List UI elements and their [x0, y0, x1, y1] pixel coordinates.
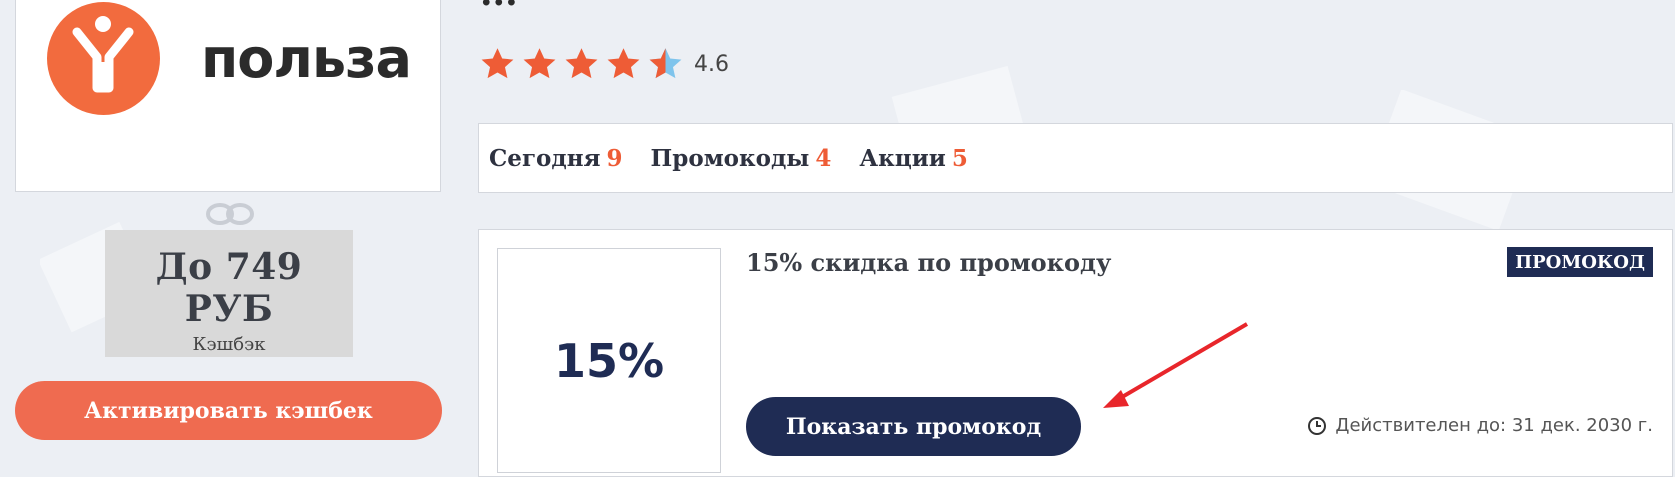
store-title: ...: [480, 0, 518, 14]
tab-promocodes[interactable]: Промокоды 4: [651, 145, 832, 172]
tab-label: Промокоды: [650, 144, 810, 172]
offer-tabs: Сегодня 9 Промокоды 4 Акции 5: [478, 123, 1673, 193]
tab-count: 5: [951, 144, 968, 172]
cashback-box: До 749 РУБ Кэшбэк: [105, 230, 353, 357]
tab-label: Акции: [859, 144, 946, 172]
store-logo-card[interactable]: польза: [15, 0, 441, 192]
clock-icon: [1308, 416, 1327, 435]
tab-count: 9: [606, 144, 623, 172]
cashback-label: Кэшбэк: [192, 334, 266, 355]
star-icon: [523, 47, 556, 78]
offer-card: 15% 15% скидка по промокоду ПРОМОКОД Пок…: [478, 229, 1673, 477]
tab-promotions[interactable]: Акции 5: [859, 145, 967, 172]
tab-label: Сегодня: [489, 144, 601, 172]
tab-count: 4: [815, 144, 832, 172]
bow-decoration-icon: [206, 203, 254, 225]
rating: 4.6: [478, 44, 729, 84]
star-icon: [565, 47, 598, 78]
activate-cashback-button[interactable]: Активировать кэшбек: [15, 381, 442, 440]
red-arrow-annotation: [1103, 322, 1249, 408]
rating-value: 4.6: [694, 51, 729, 77]
star-half-icon: [649, 47, 682, 78]
offer-thumbnail[interactable]: 15%: [497, 248, 721, 473]
logo-text: польза: [201, 27, 412, 90]
star-icon: [607, 47, 640, 78]
validity-text: Действителен до: 31 дек. 2030 г.: [1335, 415, 1653, 436]
cashback-amount: До 749 РУБ: [155, 246, 303, 330]
offer-validity: Действителен до: 31 дек. 2030 г.: [1307, 415, 1653, 436]
star-icon: [481, 47, 514, 78]
show-promocode-button[interactable]: Показать промокод: [746, 397, 1081, 456]
tab-today[interactable]: Сегодня 9: [489, 145, 623, 172]
logo-person-icon: [47, 2, 160, 115]
offer-title[interactable]: 15% скидка по промокоду: [746, 248, 1111, 277]
promo-badge: ПРОМОКОД: [1507, 247, 1653, 277]
offer-thumbnail-text: 15%: [553, 333, 665, 388]
